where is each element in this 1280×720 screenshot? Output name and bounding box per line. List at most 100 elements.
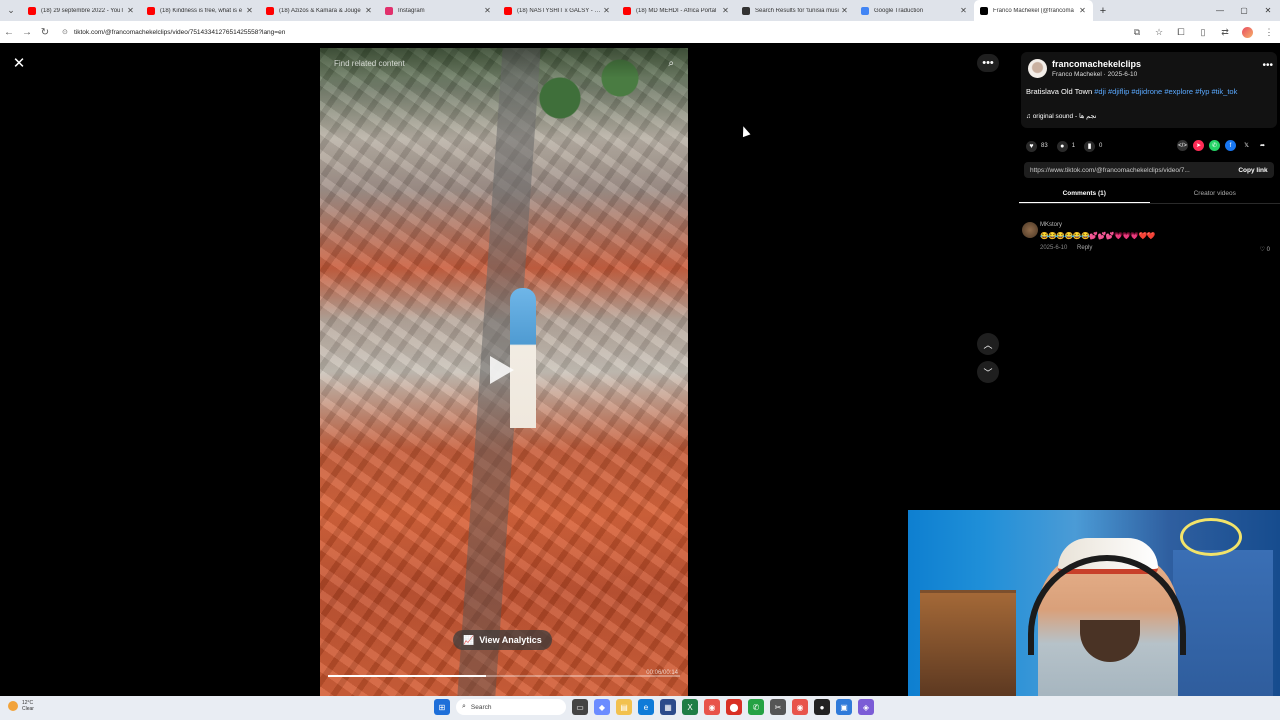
store-icon[interactable]: ▦ — [660, 699, 676, 715]
play-icon[interactable] — [490, 356, 514, 384]
task-view-icon[interactable]: ▭ — [572, 699, 588, 715]
more-options-icon[interactable]: ••• — [977, 54, 999, 72]
heart-outline-icon: ♡ — [1259, 247, 1265, 253]
comment-button[interactable]: ● 1 — [1056, 140, 1075, 152]
x-twitter-icon[interactable]: 𝕏 — [1241, 140, 1252, 151]
previous-video-icon[interactable]: ︿ — [977, 333, 999, 355]
webcam-shelf — [920, 590, 1016, 700]
post-more-icon[interactable]: ••• — [1262, 60, 1273, 71]
app-icon[interactable]: ◈ — [858, 699, 874, 715]
sound-link[interactable]: ♫ original sound - نجم ها — [1026, 112, 1096, 120]
app-icon[interactable]: ▣ — [836, 699, 852, 715]
commenter-avatar[interactable] — [1022, 222, 1038, 238]
weather-sun-icon — [8, 701, 18, 711]
reply-button[interactable]: Reply — [1077, 245, 1092, 251]
tab-comments[interactable]: Comments (1) — [1019, 184, 1150, 203]
windows-start-icon[interactable]: ⊞ — [434, 699, 450, 715]
embed-code-icon[interactable]: </> — [1177, 140, 1188, 151]
browser-tab[interactable]: Search Results for 'tunisia musi ✕ — [736, 0, 855, 21]
hashtag-link[interactable]: #dji — [1094, 87, 1106, 96]
reload-icon[interactable]: ↻ — [36, 21, 54, 43]
profile-avatar[interactable] — [1236, 26, 1258, 38]
tab-title: (18) NASTYSHIT x GALSY - No — [517, 7, 602, 14]
whatsapp-icon[interactable]: ✆ — [748, 699, 764, 715]
forward-icon[interactable]: → — [18, 21, 36, 43]
next-video-icon[interactable]: ﹀ — [977, 361, 999, 383]
browser-menu-icon[interactable]: ⋮ — [1258, 27, 1280, 38]
save-button[interactable]: ▮ 0 — [1084, 140, 1102, 152]
url-text: tiktok.com/@francomachekelclips/video/75… — [74, 28, 286, 36]
browser-tab[interactable]: (18) 29 septembre 2022 - YouT ✕ — [22, 0, 141, 21]
hashtag-link[interactable]: #djiflip — [1108, 87, 1129, 96]
mouse-cursor-icon — [739, 124, 751, 138]
snipping-tool-icon[interactable]: ✂ — [770, 699, 786, 715]
instagram-icon — [385, 6, 393, 15]
close-tab-icon[interactable]: ✕ — [245, 6, 254, 15]
comment-like-button[interactable]: ♡ 0 — [1260, 246, 1270, 253]
sidebar-icon[interactable]: ▯ — [1192, 27, 1214, 38]
creator-avatar[interactable] — [1028, 59, 1047, 78]
related-search-bar[interactable]: Find related content ⌕ — [320, 48, 688, 78]
close-tab-icon[interactable]: ✕ — [959, 6, 968, 15]
search-icon[interactable]: ⌕ — [668, 58, 674, 69]
weather-widget[interactable]: 12°C Clear — [8, 700, 34, 712]
video-player[interactable]: Find related content ⌕ 📈 View Analytics … — [320, 48, 688, 696]
browser-tab-active[interactable]: Franco Machekel (@francoma ✕ — [974, 0, 1093, 21]
share-options: </> ➤ ✆ f 𝕏 ➦ — [1177, 140, 1273, 151]
analytics-label: View Analytics — [479, 635, 542, 645]
browser-tab[interactable]: (18) Azizos & Kamara & Jouge ✕ — [260, 0, 379, 21]
copy-link-button[interactable]: Copy link — [1232, 167, 1274, 174]
extensions-icon[interactable]: ⧠ — [1170, 27, 1192, 38]
close-tab-icon[interactable]: ✕ — [1078, 6, 1087, 15]
edge-icon[interactable]: e — [638, 699, 654, 715]
tab-search-chevron-icon[interactable]: ⌄ — [0, 0, 22, 21]
like-button[interactable]: ♥ 83 — [1026, 140, 1048, 152]
close-window-icon[interactable]: ✕ — [1256, 0, 1280, 21]
browser-tab[interactable]: Google Traduction ✕ — [855, 0, 974, 21]
close-tab-icon[interactable]: ✕ — [721, 6, 730, 15]
copilot-icon[interactable]: ◆ — [594, 699, 610, 715]
hashtag-link[interactable]: #fyp — [1195, 87, 1209, 96]
address-bar[interactable]: ⊙ tiktok.com/@francomachekelclips/video/… — [62, 24, 1142, 40]
maximize-icon[interactable]: ▢ — [1232, 0, 1256, 21]
view-analytics-button[interactable]: 📈 View Analytics — [453, 630, 552, 650]
facebook-icon[interactable]: f — [1225, 140, 1236, 151]
whatsapp-icon[interactable]: ✆ — [1209, 140, 1220, 151]
close-tab-icon[interactable]: ✕ — [126, 6, 135, 15]
video-link-text[interactable]: https://www.tiktok.com/@francomachekelcl… — [1024, 167, 1232, 174]
hashtag-link[interactable]: #tik_tok — [1211, 87, 1237, 96]
site-info-icon[interactable]: ⊙ — [62, 28, 74, 36]
youtube-icon — [28, 6, 36, 15]
chrome-icon[interactable]: ◉ — [792, 699, 808, 715]
browser-tab[interactable]: Instagram ✕ — [379, 0, 498, 21]
close-tab-icon[interactable]: ✕ — [483, 6, 492, 15]
commenter-name[interactable]: MKstory — [1040, 222, 1062, 228]
collections-icon[interactable]: ⇄ — [1214, 27, 1236, 38]
browser-tab[interactable]: (18) NASTYSHIT x GALSY - No ✕ — [498, 0, 617, 21]
tab-creator-videos[interactable]: Creator videos — [1150, 184, 1280, 203]
video-link-box: https://www.tiktok.com/@francomachekelcl… — [1024, 162, 1274, 178]
new-tab-icon[interactable]: + — [1093, 5, 1113, 17]
hashtag-link[interactable]: #explore — [1164, 87, 1193, 96]
close-tab-icon[interactable]: ✕ — [602, 6, 611, 15]
send-to-friends-icon[interactable]: ➤ — [1193, 140, 1204, 151]
hashtag-link[interactable]: #djidrone — [1131, 87, 1162, 96]
share-arrow-icon[interactable]: ➦ — [1257, 140, 1268, 151]
chrome-icon[interactable]: ◉ — [704, 699, 720, 715]
browser-tab[interactable]: (18) MD MEHDI - Africa Portal ✕ — [617, 0, 736, 21]
browser-tab[interactable]: (18) Kindness is free, what is e ✕ — [141, 0, 260, 21]
excel-icon[interactable]: X — [682, 699, 698, 715]
close-icon[interactable]: ✕ — [9, 53, 29, 73]
close-tab-icon[interactable]: ✕ — [840, 6, 849, 15]
creator-username[interactable]: francomachekelclips — [1052, 59, 1141, 69]
app-icon[interactable]: ⬤ — [726, 699, 742, 715]
back-icon[interactable]: ← — [0, 21, 18, 43]
close-tab-icon[interactable]: ✕ — [364, 6, 373, 15]
taskbar-search[interactable]: ⌕ Search — [456, 699, 566, 715]
video-progress-bar[interactable] — [328, 675, 680, 677]
bookmark-star-icon[interactable]: ☆ — [1148, 27, 1170, 38]
install-app-icon[interactable]: ⧉ — [1126, 27, 1148, 38]
file-explorer-icon[interactable]: ▤ — [616, 699, 632, 715]
minimize-icon[interactable]: — — [1208, 0, 1232, 21]
obs-icon[interactable]: ● — [814, 699, 830, 715]
